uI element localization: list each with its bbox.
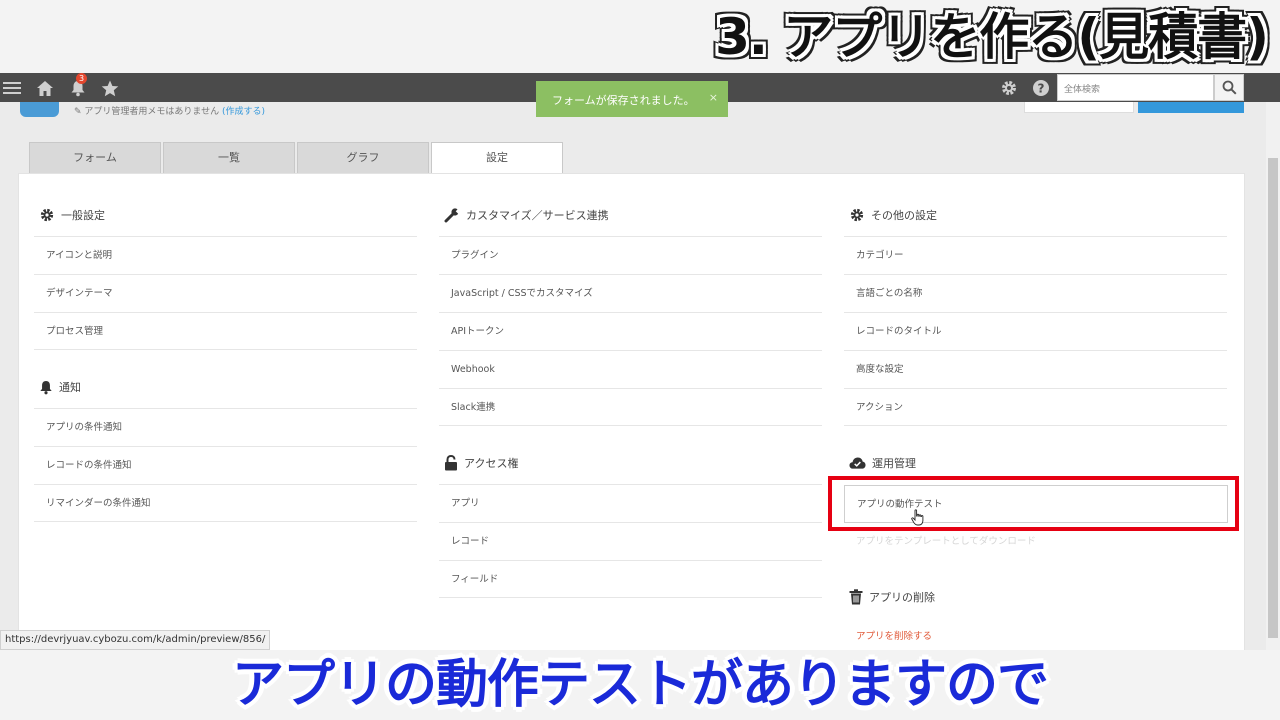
toast-message: フォームが保存されました。 [552, 94, 695, 107]
setting-design-theme[interactable]: デザインテーマ [34, 274, 417, 312]
scrollbar-thumb[interactable] [1268, 158, 1278, 638]
section-title: カスタマイズ／サービス連携 [466, 209, 609, 222]
search-icon [1222, 80, 1237, 95]
setting-plugins[interactable]: プラグイン [439, 236, 822, 274]
toast-close-icon[interactable]: × [709, 91, 718, 104]
hamburger-menu-icon[interactable] [2, 77, 22, 99]
gear-icon [40, 208, 54, 222]
bottom-caption: アプリの動作テストがありますので [231, 655, 1049, 715]
star-icon[interactable] [99, 77, 121, 99]
tab-settings[interactable]: 設定 [431, 142, 563, 174]
create-memo-link[interactable]: (作成する) [222, 107, 265, 117]
cancel-button[interactable] [1024, 102, 1134, 113]
memo-text: アプリ管理者用メモはありません [84, 107, 220, 117]
setting-category[interactable]: カテゴリー [844, 236, 1227, 274]
setting-localized-names[interactable]: 言語ごとの名称 [844, 274, 1227, 312]
help-icon[interactable]: ? [1030, 77, 1052, 99]
section-title: その他の設定 [871, 209, 937, 222]
admin-memo: ✎ アプリ管理者用メモはありません (作成する) [74, 104, 265, 117]
setting-access-record[interactable]: レコード [439, 522, 822, 560]
settings-panel: 一般設定 アイコンと説明 デザインテーマ プロセス管理 通知 アプリの条件通知 … [18, 173, 1245, 663]
memo-icon: ✎ [74, 107, 85, 117]
section-title: アプリの削除 [869, 591, 935, 604]
setting-webhook[interactable]: Webhook [439, 350, 822, 388]
gear-icon [850, 208, 864, 222]
home-icon[interactable] [34, 77, 56, 99]
section-title: アクセス権 [464, 457, 519, 470]
section-title: 運用管理 [872, 457, 916, 470]
save-toast: フォームが保存されました。 × [536, 81, 728, 117]
setting-js-css-customize[interactable]: JavaScript / CSSでカスタマイズ [439, 274, 822, 312]
search-button[interactable] [1214, 74, 1244, 101]
setting-icon-description[interactable]: アイコンと説明 [34, 236, 417, 274]
setting-record-condition-notification[interactable]: レコードの条件通知 [34, 446, 417, 484]
wrench-icon [444, 208, 460, 223]
app-icon [20, 102, 59, 117]
lock-icon [445, 455, 457, 471]
section-notifications: 通知 [39, 377, 81, 397]
section-customize: カスタマイズ／サービス連携 [444, 205, 609, 225]
setting-process-management[interactable]: プロセス管理 [34, 312, 417, 350]
update-app-button[interactable] [1138, 102, 1244, 113]
trash-icon [849, 589, 863, 605]
setting-record-title[interactable]: レコードのタイトル [844, 312, 1227, 350]
setting-app-condition-notification[interactable]: アプリの条件通知 [34, 408, 417, 446]
section-operation: 運用管理 [849, 453, 916, 473]
status-url: https://devrjyuav.cybozu.com/k/admin/pre… [0, 630, 271, 650]
setting-advanced[interactable]: 高度な設定 [844, 350, 1227, 388]
notification-badge: 3 [76, 73, 87, 84]
setting-access-app[interactable]: アプリ [439, 484, 822, 522]
hand-cursor-icon [911, 509, 925, 530]
tab-form[interactable]: フォーム [29, 142, 161, 173]
tab-list[interactable]: 一覧 [163, 142, 295, 173]
bell-icon [40, 380, 52, 394]
section-other: その他の設定 [849, 205, 937, 225]
setting-reminder-notification[interactable]: リマインダーの条件通知 [34, 484, 417, 522]
setting-action[interactable]: アクション [844, 388, 1227, 426]
setting-api-token[interactable]: APIトークン [439, 312, 822, 350]
global-search-input[interactable]: 全体検索 [1057, 74, 1214, 101]
gear-icon[interactable] [998, 77, 1020, 99]
section-title: 通知 [59, 381, 81, 394]
section-title: 一般設定 [61, 209, 105, 222]
setting-slack[interactable]: Slack連携 [439, 388, 822, 426]
page-scrollbar[interactable] [1266, 102, 1280, 650]
svg-text:?: ? [1038, 82, 1045, 96]
section-access: アクセス権 [444, 453, 518, 473]
section-delete: アプリの削除 [849, 587, 935, 607]
setting-access-field[interactable]: フィールド [439, 560, 822, 598]
tab-graph[interactable]: グラフ [297, 142, 429, 173]
highlight-frame [828, 476, 1239, 531]
top-caption: 3. アプリを作る(見積書) [715, 8, 1269, 66]
cloud-check-icon [849, 457, 866, 469]
section-general: 一般設定 [39, 205, 105, 225]
